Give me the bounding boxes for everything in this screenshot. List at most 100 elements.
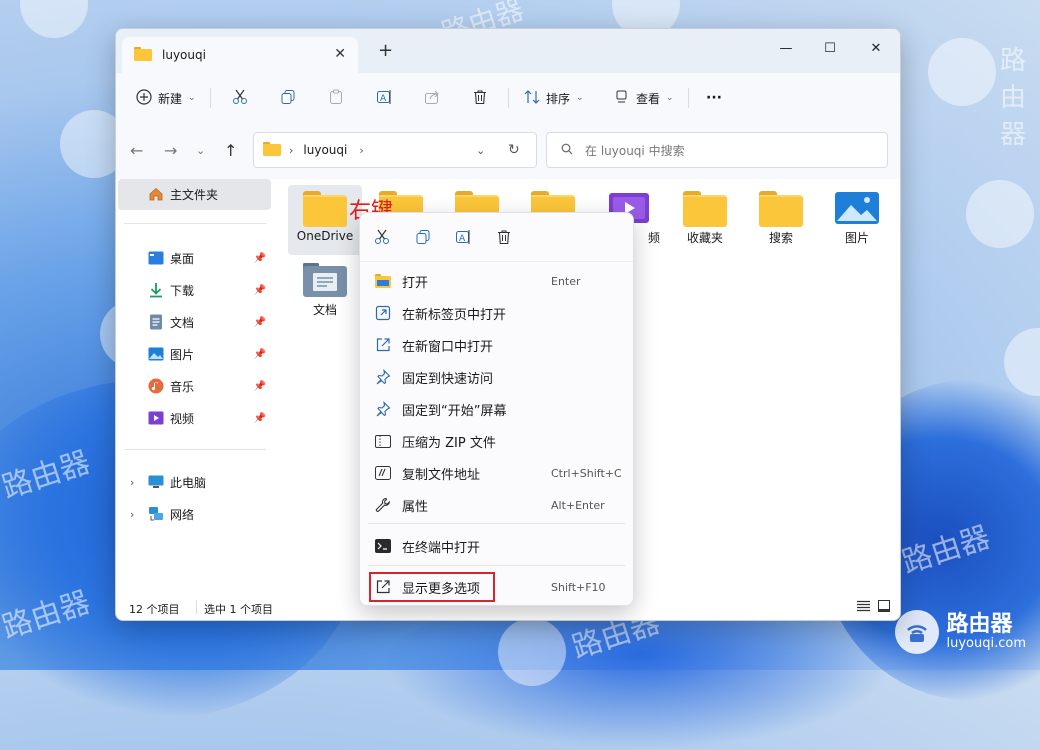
breadcrumb-luyouqi[interactable]: luyouqi	[303, 143, 347, 157]
expand-chevron-icon[interactable]: ›	[130, 508, 134, 521]
sort-label: 排序	[546, 91, 571, 106]
sidebar-item-home[interactable]: 主文件夹	[116, 179, 274, 210]
sidebar-item-downloads[interactable]: 下载 📌	[116, 275, 274, 305]
sort-icon	[524, 89, 540, 108]
back-arrow-icon[interactable]: ←	[130, 141, 143, 160]
view-label: 查看	[636, 91, 661, 106]
menu-item-open-new-tab[interactable]: 在新标签页中打开	[362, 298, 631, 328]
menu-item-pin-start[interactable]: 固定到“开始”屏幕	[362, 394, 631, 424]
address-history-chevron-icon[interactable]: ⌄	[476, 144, 485, 157]
folder-icon	[759, 191, 803, 227]
selected-count: 选中 1 个项目	[204, 603, 273, 616]
share-button[interactable]	[424, 85, 440, 111]
new-window-icon	[374, 336, 392, 354]
share-icon	[424, 89, 440, 108]
menu-item-label: 固定到快速访问	[402, 371, 494, 387]
music-icon	[148, 378, 164, 394]
new-label: 新建	[158, 91, 183, 106]
sidebar-item-pictures[interactable]: 图片 📌	[116, 339, 274, 369]
menu-item-compress-zip[interactable]: 压缩为 ZIP 文件	[362, 426, 631, 456]
delete-button[interactable]	[472, 85, 488, 111]
menu-item-label: 压缩为 ZIP 文件	[402, 435, 496, 451]
menu-item-pin-quick-access[interactable]: 固定到快速访问	[362, 362, 631, 392]
expand-chevron-icon[interactable]: ›	[130, 476, 134, 489]
sort-button[interactable]: 排序 ⌄	[524, 85, 584, 111]
context-menu: A 打开 Enter 在新标签页中打开 在新窗口中打开 固定到快速访问 固定到“…	[359, 212, 634, 606]
brand-domain: luyouqi.com	[946, 635, 1027, 651]
menu-item-label: 属性	[402, 499, 429, 515]
pin-icon	[374, 400, 392, 418]
refresh-icon[interactable]: ↻	[508, 142, 520, 158]
pin-icon: 📌	[253, 412, 266, 424]
svg-text:A: A	[459, 234, 466, 244]
network-icon	[148, 506, 164, 522]
desktop-icon	[148, 250, 164, 266]
menu-item-properties[interactable]: 属性 Alt+Enter	[362, 490, 631, 520]
wrench-icon	[374, 496, 392, 514]
sidebar-item-network[interactable]: › 网络	[116, 499, 274, 529]
menu-item-open-new-window[interactable]: 在新窗口中打开	[362, 330, 631, 360]
sidebar-item-this-pc[interactable]: › 此电脑	[116, 467, 274, 497]
menu-item-open-terminal[interactable]: 在终端中打开	[362, 531, 631, 561]
more-options-button[interactable]: ···	[706, 85, 722, 111]
folder-icon	[134, 46, 152, 64]
menu-separator	[368, 565, 625, 566]
recent-chevron-icon[interactable]: ⌄	[196, 144, 205, 157]
new-tab-icon	[374, 304, 392, 322]
navigation-pane: 主文件夹 桌面 📌 下载 📌 文档 📌 图片 📌 音乐 📌 视频 📌 › 此电脑…	[116, 179, 275, 597]
menu-item-copy-path[interactable]: 复制文件地址 Ctrl+Shift+C	[362, 458, 631, 488]
menu-item-shortcut: Enter	[551, 274, 581, 288]
cut-scissors-icon[interactable]	[372, 227, 392, 247]
watermark-text: 路由器	[1000, 46, 1027, 150]
watermark-text: 路由器	[0, 584, 95, 646]
sidebar-item-documents[interactable]: 文档 📌	[116, 307, 274, 337]
svg-text:A: A	[380, 94, 387, 104]
trash-icon[interactable]	[494, 227, 514, 247]
title-bar: luyouqi ✕ + — ☐ ✕	[116, 29, 900, 73]
sidebar-item-videos[interactable]: 视频 📌	[116, 403, 274, 433]
file-item-documents[interactable]: 文档	[290, 263, 360, 318]
file-item-pictures[interactable]: 图片	[822, 191, 892, 246]
sidebar-label: 视频	[170, 411, 195, 426]
router-logo-icon	[894, 610, 939, 654]
search-placeholder: 在 luyouqi 中搜索	[585, 143, 685, 158]
tab-close-button[interactable]: ✕	[334, 46, 346, 62]
sidebar-item-music[interactable]: 音乐 📌	[116, 371, 274, 401]
file-item-searches[interactable]: 搜索	[746, 191, 816, 246]
watermark-logo	[498, 618, 566, 686]
menu-item-open[interactable]: 打开 Enter	[362, 266, 631, 296]
rename-icon[interactable]: A	[453, 227, 473, 247]
view-button[interactable]: 查看 ⌄	[614, 85, 674, 111]
paste-button[interactable]	[328, 85, 344, 111]
sidebar-label: 网络	[170, 507, 195, 522]
scissors-icon	[232, 89, 248, 108]
file-item-favorites[interactable]: 收藏夹	[670, 191, 740, 246]
tab-luyouqi[interactable]: luyouqi ✕	[122, 37, 358, 73]
brand-watermark: 路由器 luyouqi.com	[894, 610, 1027, 654]
rename-icon: A	[376, 89, 392, 108]
monitor-icon	[614, 89, 630, 108]
rename-button[interactable]: A	[376, 85, 392, 111]
watermark-logo	[20, 0, 88, 38]
tiles-view-icon[interactable]	[878, 600, 890, 615]
details-view-icon[interactable]	[857, 600, 870, 615]
brand-name: 路由器	[946, 611, 1013, 637]
new-button[interactable]: 新建 ⌄	[136, 85, 196, 111]
minimize-button[interactable]: —	[764, 35, 808, 61]
open-folder-icon	[374, 272, 392, 290]
pin-icon: 📌	[253, 252, 266, 264]
forward-arrow-icon[interactable]: →	[164, 141, 177, 160]
close-window-button[interactable]: ✕	[854, 35, 898, 61]
cut-button[interactable]	[232, 85, 248, 111]
maximize-button[interactable]: ☐	[808, 35, 852, 61]
up-arrow-icon[interactable]: ↑	[224, 141, 237, 160]
address-bar[interactable]: › luyouqi › ⌄ ↻	[253, 132, 537, 168]
copy-icon[interactable]	[413, 227, 433, 247]
copy-button[interactable]	[280, 85, 296, 111]
folder-icon	[263, 141, 281, 159]
item-count: 12 个项目	[129, 603, 180, 616]
watermark-logo	[928, 38, 996, 106]
new-tab-button[interactable]: +	[378, 40, 393, 61]
search-box[interactable]: 在 luyouqi 中搜索	[546, 132, 888, 168]
sidebar-item-desktop[interactable]: 桌面 📌	[116, 243, 274, 273]
